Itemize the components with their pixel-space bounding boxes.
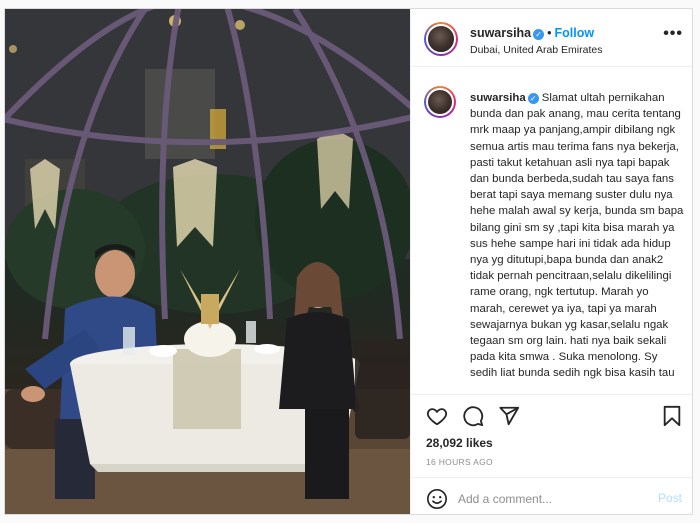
instagram-post-modal: suwarsiha ✓ • Follow Dubai, United Arab Emi… (4, 8, 693, 515)
comment-input[interactable] (458, 490, 638, 508)
post-photo[interactable] (5, 9, 410, 514)
post-caption: suwarsiha ✓ Slamat ultah pernikahan bunda … (470, 90, 685, 382)
verified-badge-icon: ✓ (533, 29, 545, 40)
caption-username[interactable]: suwarsiha (470, 92, 526, 104)
avatar[interactable] (424, 22, 458, 56)
heart-icon[interactable] (426, 405, 448, 427)
separator-dot: • (547, 26, 552, 40)
location-link[interactable]: Dubai, United Arab Emirates (470, 44, 602, 56)
likes-count[interactable]: 28,092 likes (426, 436, 493, 450)
header-username-row: suwarsiha ✓ • Follow (470, 26, 594, 40)
paper-plane-icon[interactable] (498, 405, 520, 427)
caption-text: Slamat ultah pernikahan bunda dan pak an… (470, 92, 684, 380)
header-username[interactable]: suwarsiha (470, 26, 531, 40)
ellipsis-icon[interactable]: ••• (663, 26, 683, 42)
verified-badge-icon: ✓ (527, 93, 539, 104)
post-actions: 28,092 likes 16 HOURS AGO Post (411, 394, 692, 514)
follow-button[interactable]: Follow (555, 26, 595, 40)
dinner-dome-illustration (5, 9, 410, 514)
add-comment-row: Post (411, 477, 692, 514)
post-timestamp[interactable]: 16 HOURS AGO (426, 457, 493, 467)
post-comment-button[interactable]: Post (658, 491, 682, 505)
comments-scroll-area[interactable]: suwarsiha ✓ Slamat ultah pernikahan bunda … (411, 68, 692, 394)
caption-avatar[interactable] (424, 86, 456, 118)
smiley-icon[interactable] (426, 488, 448, 510)
bookmark-icon[interactable] (661, 405, 683, 427)
comment-bubble-icon[interactable] (462, 405, 484, 427)
post-details-panel: suwarsiha ✓ • Follow Dubai, United Arab Emi… (410, 9, 692, 514)
post-header: suwarsiha ✓ • Follow Dubai, United Arab Emi… (411, 9, 692, 67)
